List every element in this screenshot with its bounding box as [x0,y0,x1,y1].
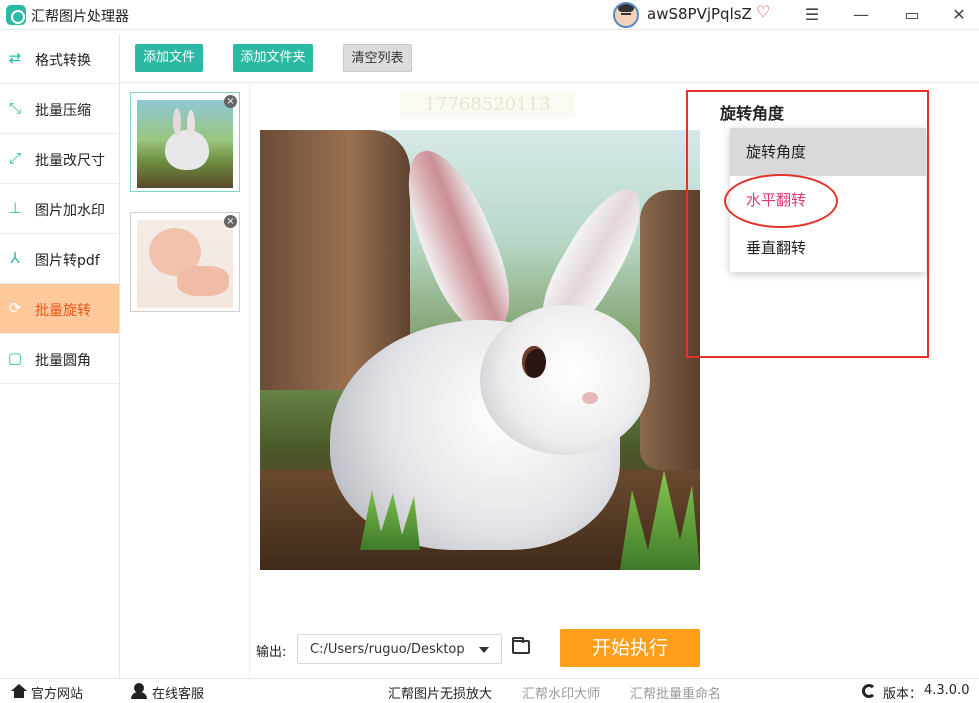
online-support-link[interactable]: 在线客服 [152,683,204,702]
resize-icon: ⤢ [8,149,21,167]
compress-icon: ⤡ [8,99,21,117]
clear-list-button[interactable]: 清空列表 [343,44,412,72]
sidebar-item-label: 批量压缩 [35,103,91,119]
thumbnail-rabbit[interactable]: × [130,92,240,192]
menu-button[interactable]: ☰ [799,3,825,27]
user-avatar[interactable] [613,2,639,28]
sidebar-item-compress[interactable]: ⤡ 批量压缩 [0,84,119,134]
thumbnail-list: × × [120,83,250,678]
title-bar: 汇帮图片处理器 awS8PVjPqlsZ ♡ ☰ — ▭ ✕ [0,0,979,30]
footer-link-rename[interactable]: 汇帮批量重命名 [630,683,721,702]
preview-image [260,130,700,570]
start-button[interactable]: 开始执行 [560,629,700,667]
output-label: 输出: [256,645,287,660]
sidebar-item-rounded-corner[interactable]: ▢ 批量圆角 [0,334,119,384]
preview-area: 17768520113 [250,83,710,678]
version-label: 版本： [883,687,923,702]
headset-icon [131,683,147,699]
footer-link-upscale[interactable]: 汇帮图片无损放大 [388,683,492,702]
app-title: 汇帮图片处理器 [31,9,129,25]
vip-heart-icon[interactable]: ♡ [756,4,774,20]
annotation-ellipse [724,174,838,228]
username[interactable]: awS8PVjPqlsZ [647,5,752,23]
sidebar-item-label: 格式转换 [35,53,91,69]
sidebar-item-rotate[interactable]: ⟳ 批量旋转 [0,284,119,334]
sidebar: ⇄ 格式转换 ⤡ 批量压缩 ⤢ 批量改尺寸 ⊥ 图片加水印 ⅄ 图片转pdf ⟳… [0,34,120,678]
watermark-icon: ⊥ [8,199,22,217]
output-path-select[interactable]: C:/Users/ruguo/Desktop [297,634,502,664]
add-file-button[interactable]: 添加文件 [135,44,203,72]
sidebar-item-format-convert[interactable]: ⇄ 格式转换 [0,34,119,84]
sidebar-item-resize[interactable]: ⤢ 批量改尺寸 [0,134,119,184]
remove-thumbnail-icon[interactable]: × [224,95,237,108]
chevron-down-icon [479,647,489,653]
remove-thumbnail-icon[interactable]: × [224,215,237,228]
refresh-icon[interactable] [862,684,876,698]
add-folder-button[interactable]: 添加文件夹 [233,44,313,72]
rotate-icon: ⟳ [8,299,22,317]
rounded-corner-icon: ▢ [7,349,23,367]
output-path-value: C:/Users/ruguo/Desktop [310,642,465,657]
sidebar-item-label: 图片转pdf [35,253,100,269]
format-convert-icon: ⇄ [8,49,22,67]
sidebar-item-label: 批量圆角 [35,353,91,369]
pdf-icon: ⅄ [10,249,20,267]
official-site-link[interactable]: 官方网站 [31,683,83,702]
sidebar-item-watermark[interactable]: ⊥ 图片加水印 [0,184,119,234]
sidebar-item-label: 批量改尺寸 [35,153,105,169]
close-button[interactable]: ✕ [946,3,972,27]
folder-icon[interactable] [512,637,530,654]
maximize-button[interactable]: ▭ [899,3,925,27]
sidebar-item-label: 批量旋转 [35,303,91,319]
app-logo-icon [6,5,26,25]
sidebar-item-pdf[interactable]: ⅄ 图片转pdf [0,234,119,284]
sidebar-item-label: 图片加水印 [35,203,105,219]
thumbnail-baby[interactable]: × [130,212,240,312]
watermark-text: 17768520113 [400,92,575,118]
thumbnail-image [137,100,233,188]
footer: 官方网站 在线客服 汇帮图片无损放大 汇帮水印大师 汇帮批量重命名 版本： 4.… [0,678,979,703]
home-icon [11,684,27,698]
minimize-button[interactable]: — [848,3,874,27]
version-number: 4.3.0.0 [924,683,970,698]
thumbnail-image [137,220,233,308]
footer-link-watermark[interactable]: 汇帮水印大师 [522,683,600,702]
